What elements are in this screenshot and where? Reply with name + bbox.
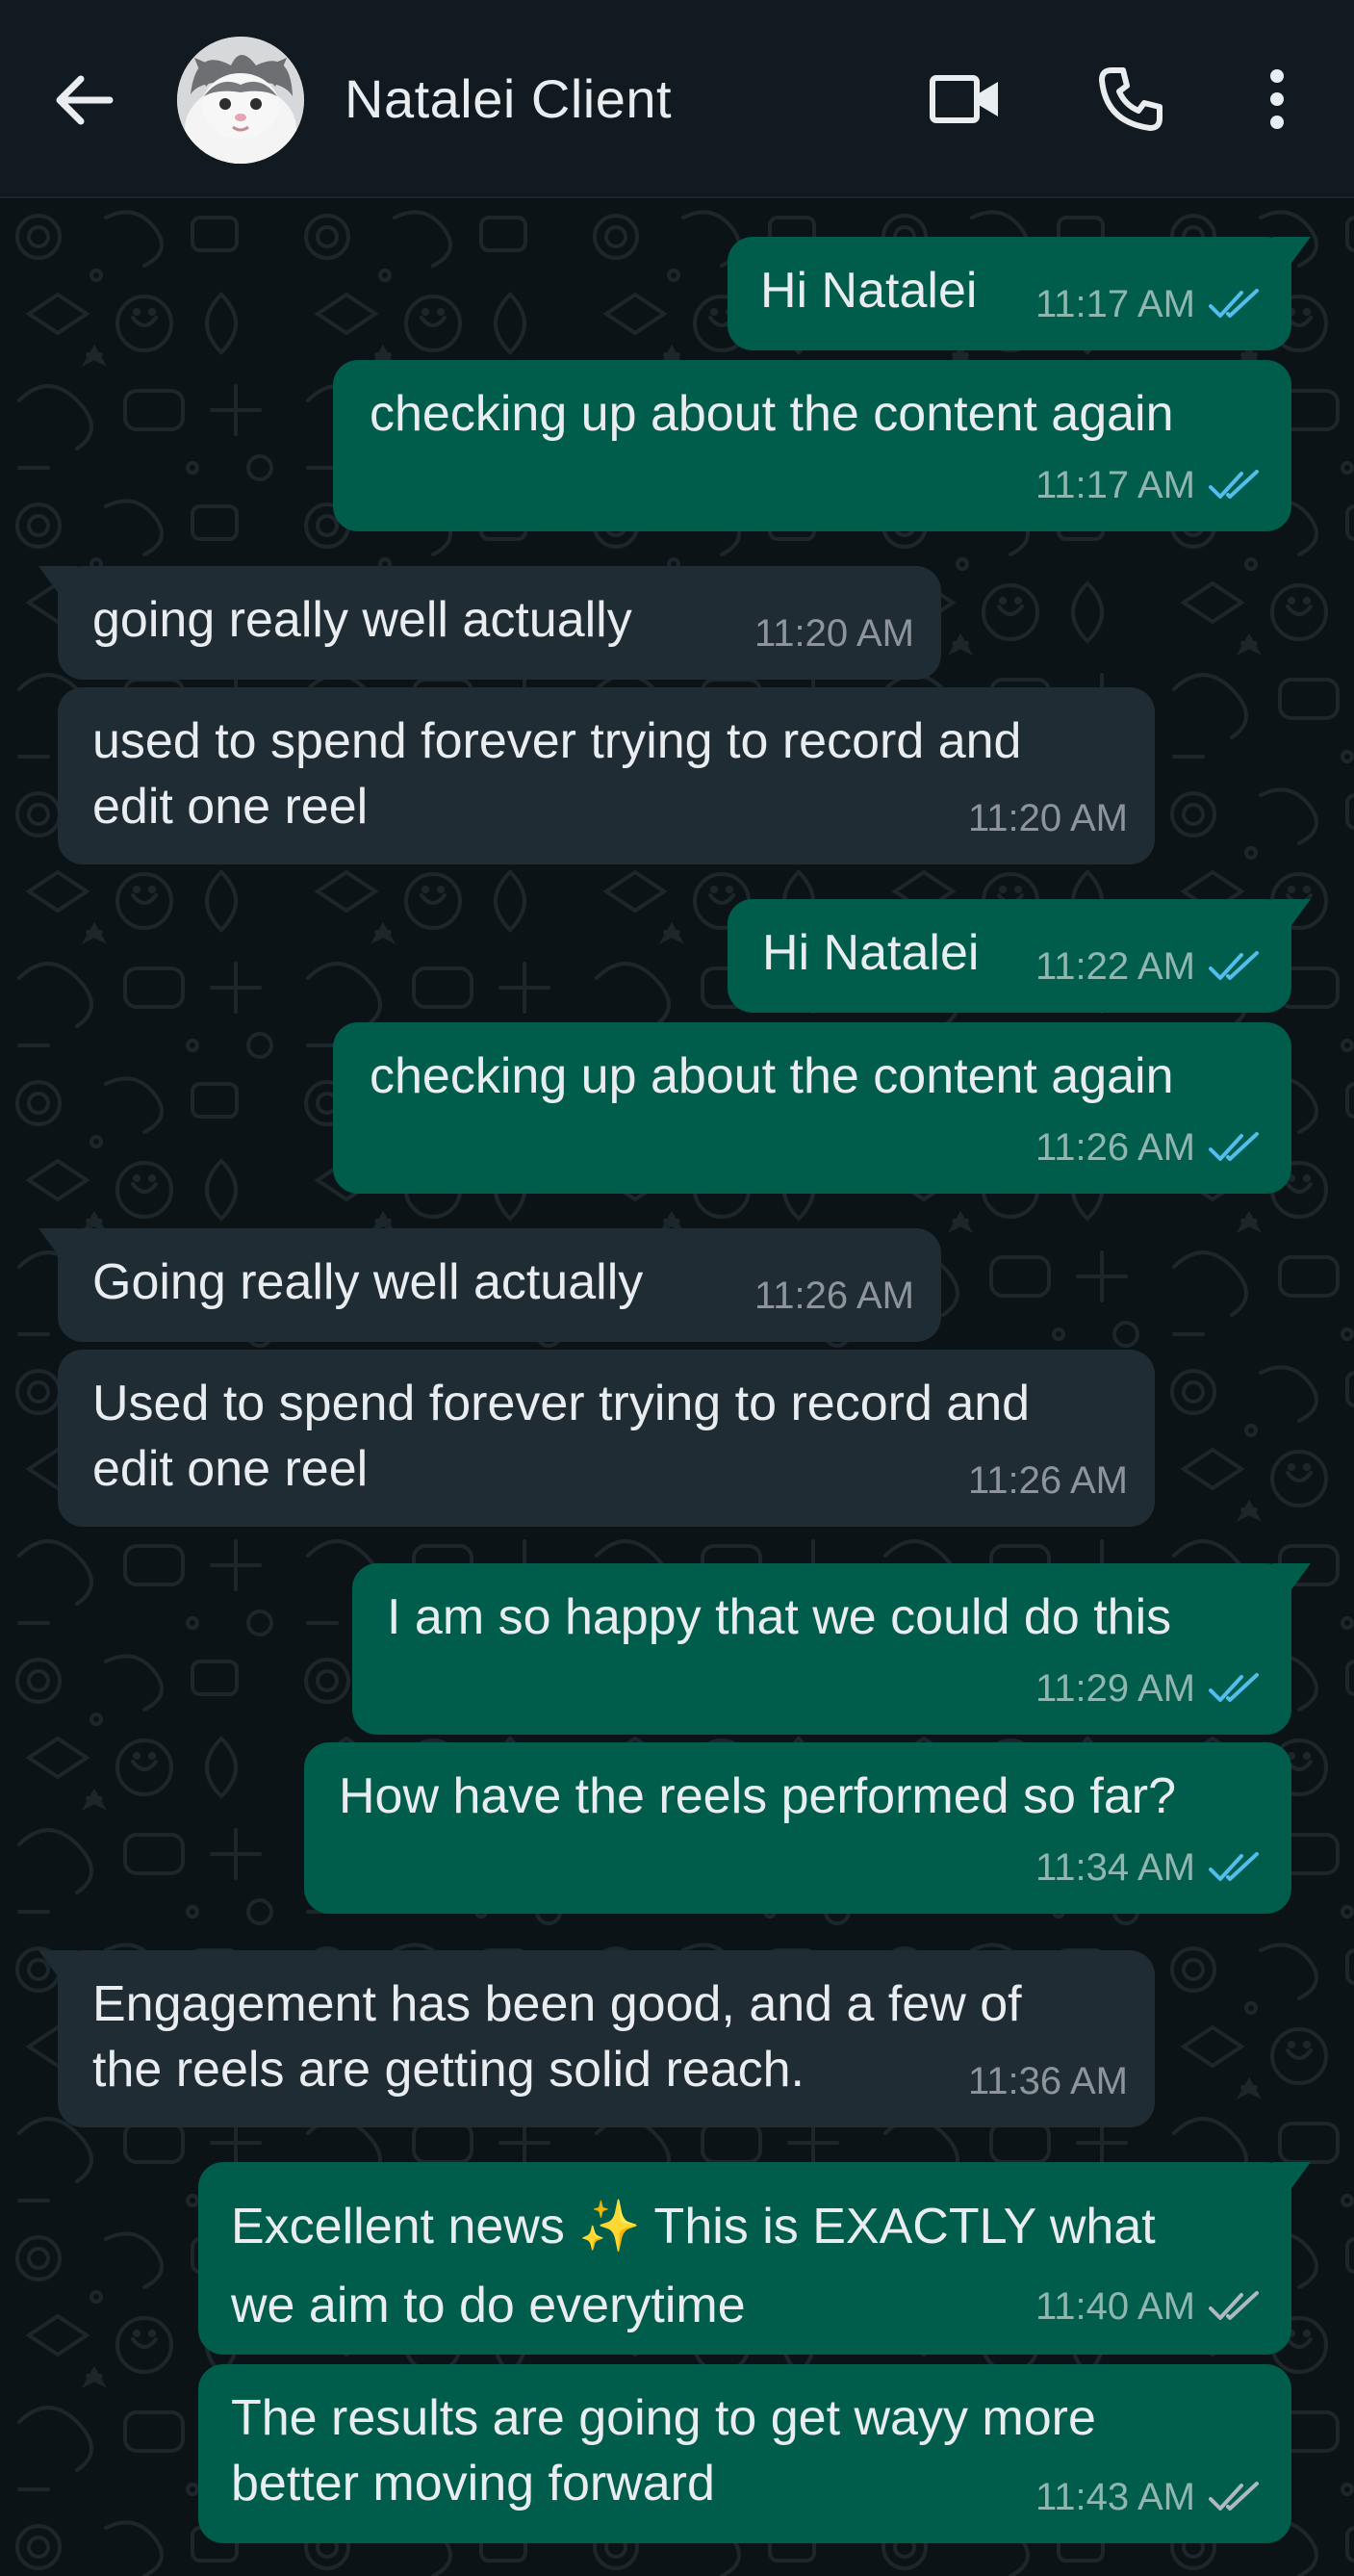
message-text: Going really well actually <box>92 1254 644 1310</box>
contact-name[interactable]: Natalei Client <box>345 67 672 130</box>
sparkles-emoji: ✨ <box>578 2198 642 2255</box>
message-bubble-incoming[interactable]: Going really well actually 11:26 AM <box>38 1228 941 1342</box>
message-time: 11:40 AM <box>1035 2285 1195 2328</box>
double-check-read-icon <box>1209 1673 1259 1702</box>
message-meta: 11:34 AM <box>1035 1835 1263 1900</box>
message-bubble-incoming[interactable]: going really well actually 11:20 AM <box>38 566 941 680</box>
message-bubble-outgoing[interactable]: The results are going to get wayy more b… <box>198 2364 1291 2543</box>
message-bubble-outgoing[interactable]: checking up about the content again 11:1… <box>333 360 1291 531</box>
message-list[interactable]: Hi Natalei 11:17 AM checking up about th… <box>0 198 1354 2576</box>
double-check-read-icon <box>1209 1132 1259 1161</box>
chat-screen: Natalei Client Hi Natalei 11:17 AM check… <box>0 0 1354 2576</box>
message-time: 11:17 AM <box>1035 464 1195 506</box>
message-bubble-outgoing[interactable]: Hi Natalei 11:22 AM <box>728 899 1311 1013</box>
message-meta: 11:17 AM <box>1035 271 1263 337</box>
message-meta: 11:43 AM <box>1035 2464 1263 2530</box>
video-call-button[interactable] <box>922 56 1009 142</box>
menu-button[interactable] <box>1234 56 1320 142</box>
message-meta: 11:22 AM <box>1035 934 1263 999</box>
message-meta: 11:26 AM <box>754 1263 914 1328</box>
double-check-read-icon <box>1209 951 1259 980</box>
message-time: 11:29 AM <box>1035 1667 1195 1710</box>
message-meta: 11:20 AM <box>968 786 1128 851</box>
bubble-tail <box>1272 2162 1311 2191</box>
phone-icon <box>1099 67 1162 131</box>
bubble-tail <box>1272 899 1311 928</box>
message-bubble-outgoing[interactable]: I am so happy that we could do this 11:2… <box>352 1563 1311 1735</box>
message-time: 11:26 AM <box>1035 1126 1195 1169</box>
voice-call-button[interactable] <box>1087 56 1174 142</box>
message-text: Hi Natalei <box>762 925 980 981</box>
double-check-delivered-icon <box>1209 2291 1259 2320</box>
bubble-tail <box>1272 1563 1311 1592</box>
back-button[interactable] <box>42 60 123 141</box>
message-meta: 11:36 AM <box>968 2048 1128 2114</box>
more-vert-icon <box>1270 69 1284 129</box>
double-check-delivered-icon <box>1209 2482 1259 2511</box>
message-text: How have the reels performed so far? <box>339 1768 1176 1824</box>
bubble-tail <box>38 566 77 595</box>
message-time: 11:36 AM <box>967 2060 1128 2102</box>
chat-header: Natalei Client <box>0 0 1354 198</box>
message-bubble-incoming[interactable]: used to spend forever trying to record a… <box>58 687 1155 864</box>
cat-avatar-image <box>177 37 304 164</box>
message-meta: 11:40 AM <box>1035 2274 1263 2339</box>
message-text: Used to spend forever trying to record a… <box>92 1376 1031 1497</box>
message-time: 11:26 AM <box>754 1275 914 1317</box>
message-time: 11:20 AM <box>754 612 914 655</box>
message-time: 11:26 AM <box>967 1459 1128 1502</box>
message-text: Excellent news ✨ This is EXACTLY what we… <box>231 2187 1156 2345</box>
video-call-icon <box>930 75 998 123</box>
message-text-part: Excellent news <box>231 2199 579 2254</box>
message-bubble-outgoing[interactable]: How have the reels performed so far? 11:… <box>304 1742 1291 1914</box>
message-time: 11:22 AM <box>1035 945 1195 988</box>
message-time: 11:17 AM <box>1035 283 1195 325</box>
message-bubble-outgoing[interactable]: checking up about the content again 11:2… <box>333 1022 1291 1194</box>
message-text: checking up about the content again <box>370 1048 1174 1104</box>
bubble-tail <box>1272 237 1311 266</box>
arrow-left-icon <box>56 75 114 125</box>
message-time: 11:20 AM <box>967 797 1128 839</box>
bubble-tail <box>38 1950 77 1979</box>
message-text: going really well actually <box>92 592 632 648</box>
message-meta: 11:20 AM <box>754 601 914 666</box>
avatar[interactable] <box>177 37 304 164</box>
message-time: 11:34 AM <box>1035 1846 1195 1889</box>
message-text: Hi Natalei <box>760 263 978 319</box>
message-meta: 11:17 AM <box>1035 452 1263 518</box>
message-bubble-outgoing[interactable]: Hi Natalei 11:17 AM <box>728 237 1311 350</box>
message-bubble-outgoing[interactable]: Excellent news ✨ This is EXACTLY what we… <box>198 2162 1311 2355</box>
message-bubble-incoming[interactable]: Used to spend forever trying to record a… <box>58 1350 1155 1527</box>
message-text: The results are going to get wayy more b… <box>231 2390 1096 2512</box>
message-time: 11:43 AM <box>1035 2476 1195 2518</box>
message-text: Engagement has been good, and a few of t… <box>92 1976 1022 2098</box>
message-text: used to spend forever trying to record a… <box>92 713 1022 835</box>
message-meta: 11:26 AM <box>968 1448 1128 1513</box>
message-meta: 11:26 AM <box>1035 1115 1263 1180</box>
double-check-read-icon <box>1209 1852 1259 1881</box>
message-meta: 11:29 AM <box>1035 1656 1263 1721</box>
message-text: I am so happy that we could do this <box>387 1589 1172 1645</box>
message-bubble-incoming[interactable]: Engagement has been good, and a few of t… <box>38 1950 1155 2127</box>
double-check-read-icon <box>1209 470 1259 499</box>
double-check-read-icon <box>1209 289 1259 318</box>
bubble-tail <box>38 1228 77 1257</box>
message-text: checking up about the content again <box>370 386 1174 442</box>
